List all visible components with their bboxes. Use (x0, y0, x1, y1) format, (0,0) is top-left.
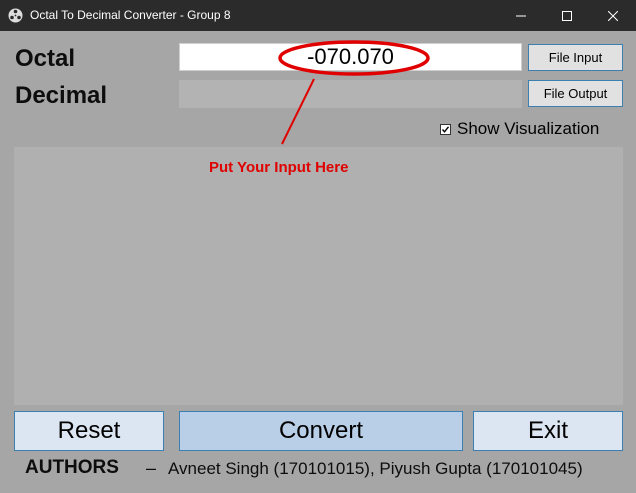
authors-dash: – (146, 458, 157, 478)
annotation-ellipse (278, 40, 430, 76)
check-icon (441, 125, 450, 133)
show-visualization-checkbox[interactable] (440, 123, 451, 135)
annotation-pointer-line (281, 78, 315, 145)
film-reel-icon[interactable] (8, 8, 23, 23)
convert-button[interactable]: Convert (179, 411, 463, 451)
authors-names: Avneet Singh (170101015), Piyush Gupta (… (168, 459, 583, 478)
minimize-icon (516, 11, 526, 21)
decimal-output[interactable] (179, 80, 522, 108)
exit-button[interactable]: Exit (473, 411, 623, 451)
show-visualization-label: Show Visualization (457, 119, 600, 138)
visualization-panel (14, 147, 623, 405)
main-content: Octal Decimal -070.070 File Input File O… (0, 31, 636, 493)
title-bar: Octal To Decimal Converter - Group 8 (0, 0, 636, 31)
window-title: Octal To Decimal Converter - Group 8 (30, 8, 231, 22)
octal-label: Octal (15, 45, 76, 72)
authors-label: AUTHORS (25, 457, 119, 478)
file-input-button[interactable]: File Input (528, 44, 623, 71)
close-button[interactable] (590, 0, 636, 31)
file-output-button[interactable]: File Output (528, 80, 623, 107)
close-icon (608, 10, 618, 21)
maximize-icon (562, 10, 572, 21)
reset-button[interactable]: Reset (14, 411, 164, 451)
decimal-label: Decimal (15, 82, 108, 109)
maximize-button[interactable] (544, 0, 590, 31)
minimize-button[interactable] (498, 0, 544, 31)
annotation-text: Put Your Input Here (209, 159, 349, 176)
show-visualization-toggle[interactable]: Show Visualization (440, 119, 599, 139)
